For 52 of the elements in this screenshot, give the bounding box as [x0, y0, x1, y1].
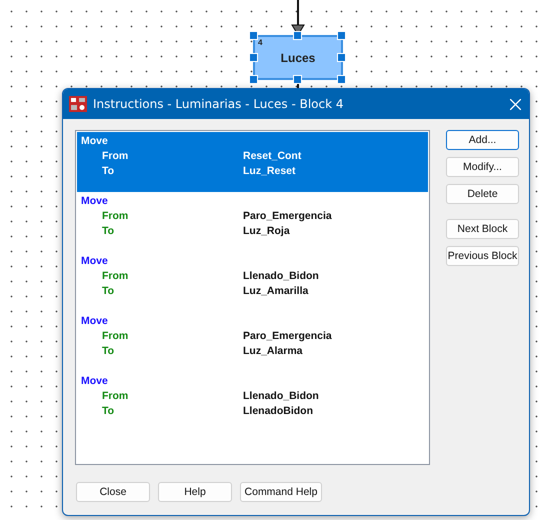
close-icon[interactable]: [510, 98, 521, 110]
param-name: To: [102, 405, 116, 419]
flow-block[interactable]: 4 Luces: [253, 35, 343, 80]
dialog-button[interactable]: Add...: [446, 130, 519, 150]
app-icon: [69, 96, 87, 112]
command-name: Move: [81, 315, 108, 327]
dialog-button[interactable]: Next Block: [446, 219, 519, 239]
resize-handle[interactable]: [337, 75, 346, 84]
param-name: From: [102, 270, 130, 284]
resize-handle[interactable]: [249, 75, 258, 84]
instruction-item[interactable]: Move From Paro_Emergencia To Luz_Roja: [77, 192, 428, 252]
command-name: Move: [81, 255, 108, 267]
resize-handle[interactable]: [293, 31, 302, 40]
dialog-button[interactable]: Close: [76, 482, 150, 502]
resize-handle[interactable]: [249, 53, 258, 62]
dialog-button[interactable]: Help: [158, 482, 232, 502]
dialog-button[interactable]: Command Help: [240, 482, 322, 502]
param-name: From: [102, 330, 130, 344]
param-name: From: [102, 150, 130, 164]
param-value: Luz_Reset: [243, 165, 297, 179]
resize-handle[interactable]: [337, 31, 346, 40]
param-name: To: [102, 285, 116, 299]
param-value: Luz_Roja: [243, 225, 291, 239]
command-name: Move: [81, 195, 108, 207]
param-value: Llenado_Bidon: [243, 270, 320, 284]
param-value: LlenadoBidon: [243, 405, 314, 419]
command-name: Move: [81, 375, 108, 387]
window-title: Instructions - Luminarias - Luces - Block 4: [93, 97, 345, 111]
param-value: Paro_Emergencia: [243, 330, 333, 344]
dialog-button[interactable]: Modify...: [446, 157, 519, 177]
instruction-item[interactable]: Move From Llenado_Bidon To LlenadoBidon: [77, 372, 428, 432]
param-name: From: [102, 210, 130, 224]
resize-handle[interactable]: [337, 53, 346, 62]
resize-handle[interactable]: [293, 75, 302, 84]
resize-handle[interactable]: [249, 31, 258, 40]
instruction-item[interactable]: Move From Llenado_Bidon To Luz_Amarilla: [77, 252, 428, 312]
param-name: To: [102, 225, 116, 239]
param-name: To: [102, 165, 116, 179]
param-value: Reset_Cont: [243, 150, 302, 164]
param-name: To: [102, 345, 116, 359]
dialog-button[interactable]: Delete: [446, 184, 519, 204]
block-number: 4: [258, 38, 262, 47]
instruction-item[interactable]: Move From Reset_Cont To Luz_Reset: [77, 132, 428, 192]
param-value: Paro_Emergencia: [243, 210, 333, 224]
command-name: Move: [81, 135, 108, 147]
param-name: From: [102, 390, 130, 404]
param-value: Llenado_Bidon: [243, 390, 320, 404]
instruction-item[interactable]: Move From Paro_Emergencia To Luz_Alarma: [77, 312, 428, 372]
param-value: Luz_Alarma: [243, 345, 304, 359]
dialog-button[interactable]: Previous Block: [446, 246, 519, 266]
block-label: Luces: [280, 50, 316, 64]
param-value: Luz_Amarilla: [243, 285, 310, 299]
